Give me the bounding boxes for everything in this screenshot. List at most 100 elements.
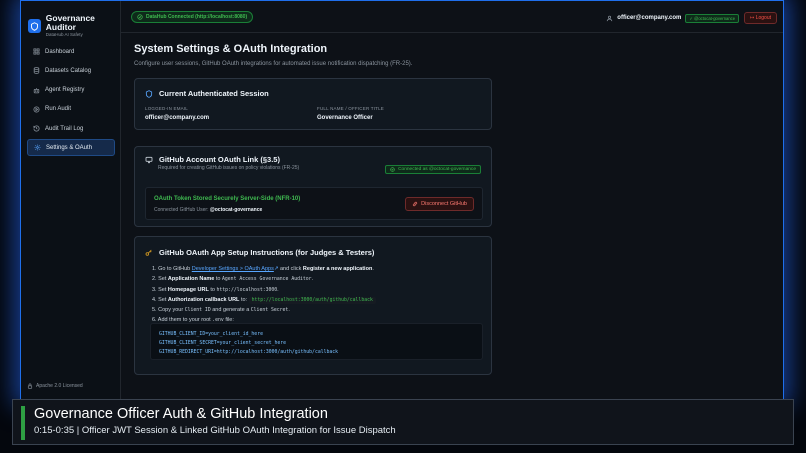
github-user-badge: ✓ @octocat-governance — [685, 13, 740, 23]
step-strong: Application Name — [167, 276, 215, 283]
token-status-title: OAuth Token Stored Securely Server-Side … — [154, 196, 301, 202]
shield-icon — [145, 89, 153, 98]
connected-user-row: Connected GitHub User: @octocat-governan… — [154, 207, 262, 213]
sidebar-item-audit-trail[interactable]: Audit Trail Log — [27, 120, 115, 137]
sidebar-nav: Dashboard Datasets Catalog Agent Registr… — [27, 43, 115, 159]
step-text: to: — [239, 296, 249, 303]
setup-title-text: GitHub OAuth App Setup Instructions (for… — [159, 248, 375, 257]
caption-banner: Governance Officer Auth & GitHub Integra… — [12, 399, 794, 445]
step-code: http://localhost:3000 — [216, 287, 278, 293]
sidebar-item-label: Agent Registry — [45, 87, 85, 94]
step-text: and generate a — [210, 307, 251, 314]
unlink-icon — [412, 201, 418, 207]
name-label: FULL NAME / OFFICER TITLE — [317, 106, 385, 111]
sidebar-item-label: Audit Trail Log — [45, 125, 84, 132]
github-link-title: GitHub Account OAuth Link (§3.5) — [145, 155, 280, 164]
setup-instructions-card: GitHub OAuth App Setup Instructions (for… — [134, 236, 492, 375]
disconnect-label: Disconnect GitHub — [421, 201, 467, 207]
license-note: Apache 2.0 Licensed — [27, 383, 83, 389]
env-line: GITHUB_CLIENT_ID=your_client_id_here — [159, 332, 263, 337]
github-link-subtitle: Required for creating GitHub issues on p… — [158, 165, 300, 171]
env-line: GITHUB_CLIENT_SECRET=your_client_secret_… — [159, 341, 287, 346]
step-text: . — [277, 286, 279, 293]
user-icon — [607, 15, 613, 21]
step-text: and click — [278, 266, 303, 272]
app-subtitle: DataHub AI Safety — [45, 32, 83, 37]
step-text: . — [372, 266, 374, 272]
env-code-block[interactable]: GITHUB_CLIENT_ID=your_client_id_here GIT… — [150, 323, 483, 360]
step-text: 4. Set — [152, 296, 168, 303]
step-code: Agent Access Governance Auditor — [222, 277, 312, 283]
step-text: to — [214, 276, 223, 283]
app-window: Governance Auditor DataHub AI Safety Das… — [20, 0, 784, 400]
session-title-text: Current Authenticated Session — [159, 89, 269, 98]
github-user-badge-text: @octocat-governance — [694, 15, 736, 21]
session-card-title: Current Authenticated Session — [145, 89, 269, 98]
page-subtitle: Configure user sessions, GitHub OAuth in… — [134, 61, 413, 67]
grid-icon — [33, 48, 40, 55]
main-content: System Settings & OAuth Integration Conf… — [134, 43, 774, 375]
logout-button[interactable]: ↦ Logout — [744, 12, 777, 24]
caption-subtitle: 0:15-0:35 | Officer JWT Session & Linked… — [34, 425, 396, 436]
history-icon — [33, 125, 40, 132]
logout-icon: ↦ — [750, 15, 755, 21]
step-strong: Homepage URL — [167, 286, 209, 293]
sidebar-item-settings[interactable]: Settings & OAuth — [27, 139, 115, 157]
sidebar-item-label: Run Audit — [45, 106, 72, 113]
caption-title: Governance Officer Auth & GitHub Integra… — [34, 406, 328, 422]
setup-step-4: 4. Set Authorization callback URL to: ht… — [152, 295, 376, 305]
step-text: . — [311, 276, 314, 283]
disconnect-github-button[interactable]: Disconnect GitHub — [405, 197, 474, 211]
setup-step-2: 2. Set Application Name to Agent Access … — [152, 274, 376, 284]
github-link-card: GitHub Account OAuth Link (§3.5) Require… — [134, 146, 492, 227]
lock-icon — [27, 383, 33, 389]
step-text: 2. Set — [152, 276, 168, 283]
github-connected-text: Connected as @octocat-governance — [398, 167, 476, 172]
key-icon — [145, 249, 152, 256]
caption-accent-bar — [21, 406, 25, 440]
connection-status-badge: DataHub Connected (http://localhost:8080… — [131, 11, 254, 23]
sidebar-item-label: Settings & OAuth — [46, 144, 93, 151]
step-text: . — [288, 307, 290, 314]
step-strong: Authorization callback URL — [167, 296, 240, 303]
email-value: officer@company.com — [145, 115, 210, 121]
step-code: Client ID — [184, 308, 211, 314]
step-code: Client Secret — [250, 308, 289, 314]
setup-step-3: 3. Set Homepage URL to http://localhost:… — [152, 285, 376, 295]
brand[interactable]: Governance Auditor DataHub AI Safety — [28, 14, 120, 38]
topbar: DataHub Connected (http://localhost:8080… — [121, 1, 783, 33]
sidebar-item-dashboard[interactable]: Dashboard — [27, 43, 115, 60]
step-text: 5. Copy your — [152, 307, 185, 314]
play-icon — [33, 106, 40, 113]
developer-settings-link[interactable]: Developer Settings > OAuth Apps — [192, 266, 274, 272]
connection-status-text: DataHub Connected (http://localhost:8080… — [146, 14, 248, 20]
step-text: 3. Set — [152, 286, 168, 293]
sidebar-item-label: Dashboard — [45, 48, 75, 55]
user-email: officer@company.com — [617, 15, 682, 21]
sidebar-item-datasets[interactable]: Datasets Catalog — [27, 62, 115, 79]
token-status-box: OAuth Token Stored Securely Server-Side … — [145, 187, 483, 220]
env-line: GITHUB_REDIRECT_URI=http://localhost:300… — [159, 350, 339, 355]
license-text: Apache 2.0 Licensed — [36, 383, 83, 389]
connected-user-label: Connected GitHub User: — [154, 207, 209, 213]
setup-step-1: 1. Go to GitHub Developer Settings > OAu… — [152, 264, 376, 274]
setup-step-5: 5. Copy your Client ID and generate a Cl… — [152, 305, 376, 315]
github-connected-badge: Connected as @octocat-governance — [385, 165, 481, 174]
setup-steps: 1. Go to GitHub Developer Settings > OAu… — [152, 264, 376, 326]
page-title: System Settings & OAuth Integration — [134, 43, 328, 55]
step-text: 1. Go to GitHub — [152, 266, 192, 272]
email-label: LOGGED-IN EMAIL — [145, 106, 189, 111]
sidebar: Governance Auditor DataHub AI Safety Das… — [21, 1, 121, 399]
github-icon — [145, 156, 153, 163]
logout-label: Logout — [755, 15, 771, 21]
gear-icon — [34, 145, 41, 151]
github-link-title-text: GitHub Account OAuth Link (§3.5) — [159, 155, 280, 164]
sidebar-item-agents[interactable]: Agent Registry — [27, 82, 115, 99]
sidebar-item-run-audit[interactable]: Run Audit — [27, 101, 115, 118]
bot-icon — [33, 87, 40, 93]
step-text: to — [208, 286, 217, 293]
check-circle-icon — [137, 14, 143, 20]
callback-url-code[interactable]: http://localhost:3000/auth/github/callba… — [248, 296, 376, 304]
database-icon — [33, 67, 40, 75]
sidebar-item-label: Datasets Catalog — [45, 67, 92, 74]
